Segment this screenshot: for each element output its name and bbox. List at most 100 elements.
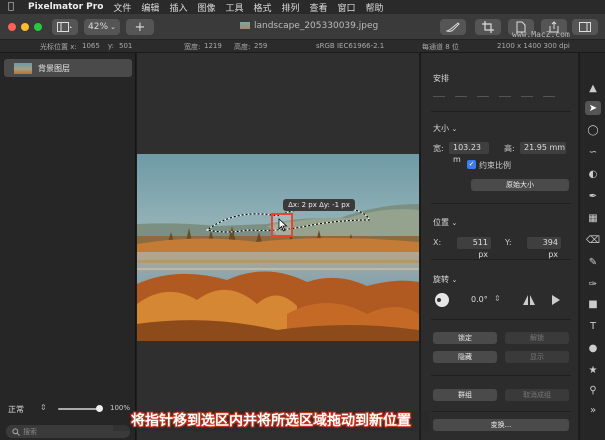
ungroup-button[interactable]: 取消成组 (505, 389, 569, 401)
canvas-area[interactable]: Δx: 2 px Δy: -1 px (137, 53, 419, 440)
pointer-cursor-icon (278, 218, 288, 232)
erase-tool-icon[interactable]: ⌫ (585, 233, 601, 247)
align-bottom-icon[interactable] (543, 91, 555, 97)
arrange-section-title: 安排 (433, 74, 449, 83)
minimize-window-button[interactable] (21, 23, 29, 31)
align-right-icon[interactable] (477, 91, 489, 97)
tools-toggle-button[interactable] (572, 19, 598, 35)
rotation-dial-dot (437, 298, 441, 302)
document-title: landscape_205330039.jpeg (240, 21, 400, 31)
cursor-y-value: 501 (119, 42, 133, 50)
menu-format[interactable]: 格式 (253, 1, 271, 14)
select-tool-icon[interactable]: ◯ (585, 123, 601, 137)
rotate-section-title[interactable]: 旋转 ⌄ (433, 274, 457, 285)
zoom-select[interactable]: 42% ⌄ (84, 19, 120, 35)
x-position-field[interactable]: 511 px (457, 237, 491, 259)
divider (431, 319, 571, 320)
search-placeholder: 搜索 (23, 428, 37, 436)
paint-tool-icon[interactable]: ✒ (585, 189, 601, 203)
selection-width-label: 宽度: (184, 43, 201, 51)
app-menu[interactable]: Pixelmator Pro (28, 2, 103, 12)
gradient-tool-icon[interactable]: ▦ (585, 211, 601, 225)
opacity-slider[interactable] (58, 405, 103, 412)
width-field[interactable]: 103.23 m (449, 142, 489, 164)
type-tool-icon[interactable]: T (585, 319, 601, 333)
search-icon (12, 428, 20, 436)
color-adjust-tool-icon[interactable]: ◐ (585, 167, 601, 181)
info-bar: 光标位置 x: 1065 y: 501 宽度: 1219 高度: 259 sRG… (0, 40, 605, 53)
menu-file[interactable]: 文件 (113, 1, 131, 14)
sidebar-toggle-button[interactable] (52, 19, 78, 35)
crop-button[interactable] (475, 19, 501, 35)
rotation-field[interactable]: 0.0° (467, 294, 493, 306)
updown-chevron-icon: ⇕ (40, 403, 47, 412)
sidebar-icon (57, 22, 72, 32)
chevron-down-icon: ⌄ (110, 23, 116, 31)
y-position-field[interactable]: 394 px (527, 237, 561, 259)
zoom-value: 42% (88, 22, 109, 32)
menu-image[interactable]: 图像 (197, 1, 215, 14)
zoom-window-button[interactable] (34, 23, 42, 31)
lock-button[interactable]: 锁定 (433, 332, 497, 344)
menu-tools[interactable]: 工具 (225, 1, 243, 14)
align-top-icon[interactable] (499, 91, 511, 97)
format-brush-button[interactable] (440, 19, 466, 35)
constrain-proportions-checkbox[interactable]: ✓ (467, 160, 476, 169)
align-buttons-row (433, 89, 569, 99)
divider (431, 203, 571, 204)
menu-insert[interactable]: 插入 (169, 1, 187, 14)
blend-mode-select[interactable]: 正常 (8, 404, 24, 415)
selection-height-value: 259 (254, 42, 268, 50)
menu-edit[interactable]: 编辑 (141, 1, 159, 14)
divider (431, 375, 571, 376)
opacity-slider-knob[interactable] (96, 405, 103, 412)
size-section-title[interactable]: 大小 ⌄ (433, 123, 457, 134)
pen-tool-icon[interactable]: ✑ (585, 277, 601, 291)
align-left-icon[interactable] (433, 91, 445, 97)
align-center-icon[interactable] (455, 91, 467, 97)
menu-help[interactable]: 帮助 (366, 1, 384, 14)
group-button[interactable]: 群组 (433, 389, 497, 401)
move-tooltip: Δx: 2 px Δy: -1 px (283, 199, 355, 211)
flip-vertical-icon[interactable] (551, 294, 561, 306)
shape-tool-icon[interactable]: ■ (585, 297, 601, 311)
position-section-title[interactable]: 位置 ⌄ (433, 217, 457, 228)
divider (431, 111, 571, 112)
tutorial-caption: 将指针移到选区内并将所选区域拖动到新位置 (113, 411, 429, 431)
hide-button[interactable]: 隐藏 (433, 351, 497, 363)
chevron-down-icon: ⌄ (451, 125, 458, 133)
original-size-button[interactable]: 原始大小 (471, 179, 569, 191)
tools-strip: ▲ ➤ ◯ ∽ ◐ ✒ ▦ ⌫ ✎ ✑ ■ T ● ★ ⚲ » (579, 53, 605, 440)
menu-view[interactable]: 查看 (310, 1, 328, 14)
retouch-tool-icon[interactable]: ✎ (585, 255, 601, 269)
arrange-tool-icon[interactable]: ➤ (585, 101, 601, 115)
paintbrush-icon (446, 22, 460, 32)
repair-tool-icon[interactable]: ∽ (585, 145, 601, 159)
divider (431, 259, 571, 260)
menu-window[interactable]: 窗口 (338, 1, 356, 14)
align-middle-icon[interactable] (521, 91, 533, 97)
unlock-button[interactable]: 解锁 (505, 332, 569, 344)
apple-icon[interactable]:  (8, 2, 18, 12)
y-label: Y: (505, 238, 512, 247)
star-tool-icon[interactable]: ★ (585, 363, 601, 377)
zoom-tool-icon[interactable]: ⚲ (585, 383, 601, 397)
height-field[interactable]: 21.95 mm (520, 142, 566, 154)
transform-button[interactable]: 变换... (433, 419, 569, 431)
cursor-position-label: 光标位置 x: (40, 43, 77, 51)
layer-item-background[interactable]: 背景图层 (4, 59, 132, 77)
landscape-photo[interactable] (137, 154, 419, 341)
more-tools-icon[interactable]: » (585, 403, 601, 417)
layers-search-field[interactable]: 搜索 (6, 425, 130, 438)
updown-chevron-icon[interactable]: ⇕ (494, 294, 501, 303)
add-button[interactable]: + (126, 19, 154, 35)
flip-horizontal-icon[interactable] (522, 294, 536, 306)
close-window-button[interactable] (8, 23, 16, 31)
cursor-x-value: 1065 (82, 42, 100, 50)
show-button[interactable]: 显示 (505, 351, 569, 363)
style-tool-icon[interactable]: ▲ (585, 81, 601, 95)
channel-depth: 每通道 8 位 (422, 43, 459, 51)
arrange-inspector-panel: 安排 大小 ⌄ 宽: 103.23 m 高: 21.95 mm ✓ 约束比例 原… (420, 53, 578, 440)
distort-tool-icon[interactable]: ● (585, 341, 601, 355)
menu-arrange[interactable]: 排列 (282, 1, 300, 14)
